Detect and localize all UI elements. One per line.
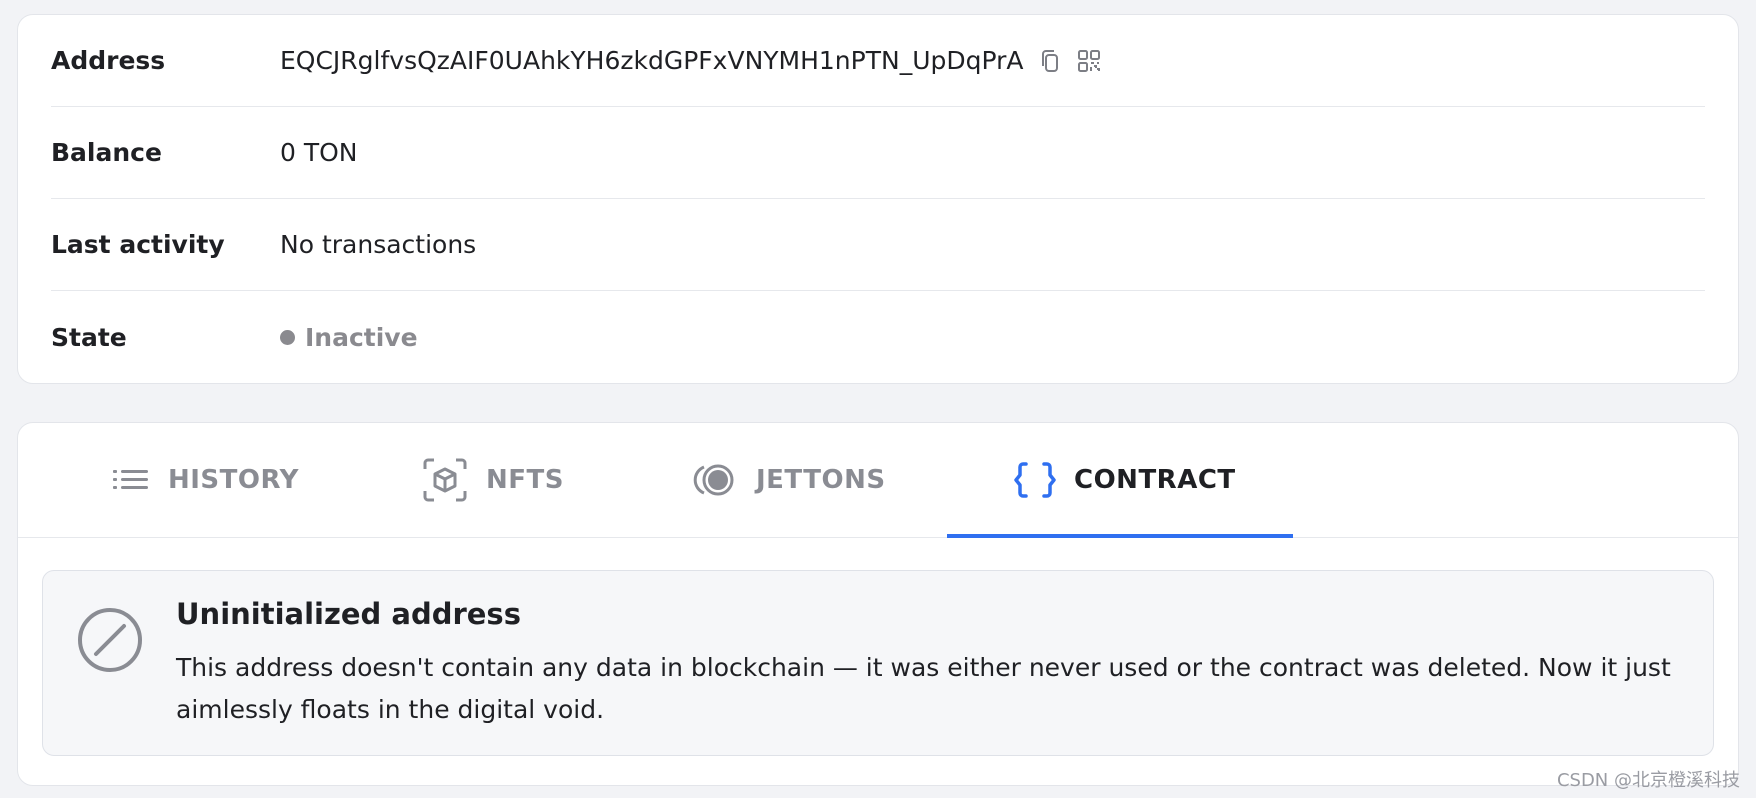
last-activity-row: Last activity No transactions	[51, 199, 1705, 291]
balance-value: 0 TON	[280, 138, 358, 167]
state-value: Inactive	[305, 322, 418, 352]
braces-icon	[1014, 461, 1056, 499]
account-info-card: Address EQCJRglfvsQzAIF0UAhkYH6zkdGPFxVN…	[17, 14, 1739, 384]
tab-bar: HISTORY NFTS JETTONS CONTRACT	[18, 423, 1738, 538]
state-row: State Inactive	[51, 291, 1705, 383]
address-value-group: EQCJRglfvsQzAIF0UAhkYH6zkdGPFxVNYMH1nPTN…	[280, 46, 1102, 75]
tabs-card: HISTORY NFTS JETTONS CONTRACT Uninitiali…	[17, 422, 1739, 786]
notice-title: Uninitialized address	[176, 597, 521, 631]
qr-code-icon[interactable]	[1076, 48, 1102, 74]
tab-nfts-label: NFTS	[486, 465, 564, 495]
last-activity-label: Last activity	[51, 230, 225, 259]
state-label: State	[51, 322, 127, 352]
balance-label: Balance	[51, 138, 162, 167]
watermark: CSDN @北京橙溪科技	[1556, 770, 1740, 791]
tab-history[interactable]: HISTORY	[112, 423, 299, 537]
tab-jettons-label: JETTONS	[756, 465, 886, 495]
balance-row: Balance 0 TON	[51, 107, 1705, 199]
last-activity-value: No transactions	[280, 230, 477, 259]
address-row: Address EQCJRglfvsQzAIF0UAhkYH6zkdGPFxVN…	[51, 15, 1705, 107]
tab-jettons[interactable]: JETTONS	[690, 423, 886, 537]
tab-history-label: HISTORY	[168, 465, 299, 495]
prohibited-icon	[77, 607, 143, 673]
address-label: Address	[51, 46, 166, 75]
address-value[interactable]: EQCJRglfvsQzAIF0UAhkYH6zkdGPFxVNYMH1nPTN…	[280, 46, 1024, 75]
uninitialized-notice: Uninitialized address This address doesn…	[42, 570, 1714, 756]
tab-nfts[interactable]: NFTS	[422, 423, 564, 537]
state-value-group: Inactive	[280, 323, 418, 352]
active-tab-indicator	[947, 534, 1293, 538]
tab-contract-label: CONTRACT	[1074, 465, 1236, 495]
coins-icon	[690, 462, 738, 498]
tab-contract[interactable]: CONTRACT	[1014, 423, 1236, 537]
cube-icon	[422, 457, 468, 503]
list-icon	[112, 465, 150, 495]
state-indicator-dot	[280, 329, 295, 345]
copy-icon[interactable]	[1038, 48, 1064, 74]
notice-body: This address doesn't contain any data in…	[176, 653, 1671, 724]
